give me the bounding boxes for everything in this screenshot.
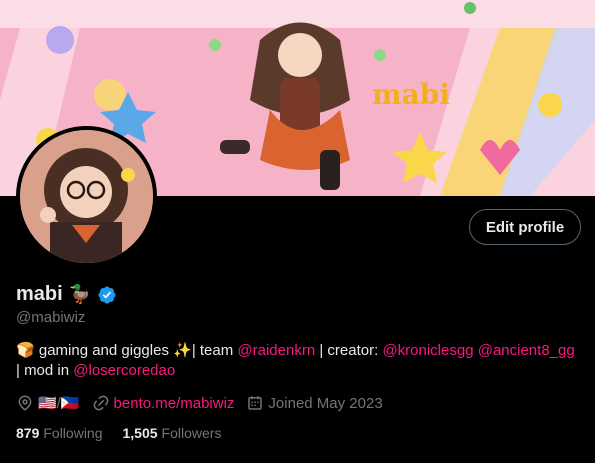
sparkles-emoji: ✨ — [173, 342, 192, 359]
name-row: mabi 🦆 — [16, 283, 117, 306]
followers-link[interactable]: 1,505 Followers — [123, 425, 222, 441]
location-text: 🇺🇸/🇵🇭 — [38, 395, 80, 412]
location-icon — [18, 395, 32, 411]
follow-stats: 879 Following 1,505 Followers — [16, 425, 241, 441]
joined-text: Joined May 2023 — [268, 394, 383, 412]
bio-text: | creator: — [315, 342, 383, 359]
link-icon — [93, 395, 108, 411]
verified-badge-icon[interactable] — [97, 285, 117, 305]
profile-avatar[interactable] — [16, 126, 157, 267]
bio-text: gaming and giggles — [34, 342, 174, 359]
bio-text: | team — [191, 342, 238, 359]
name-emoji: 🦆 — [68, 284, 92, 304]
location: 🇺🇸/🇵🇭 — [16, 394, 80, 412]
joined-date: Joined May 2023 — [246, 394, 383, 412]
calendar-icon — [248, 396, 263, 410]
mention-losercoredao[interactable]: @losercoredao — [73, 362, 175, 379]
bio-text: | mod in — [16, 362, 74, 379]
mention-raidenkrn[interactable]: @raidenkrn — [237, 342, 315, 359]
website-link[interactable]: bento.me/mabiwiz — [114, 395, 235, 412]
display-name: mabi — [16, 283, 63, 305]
avatar-image — [20, 130, 153, 263]
handle: @mabiwiz — [16, 309, 86, 326]
following-label: Following — [43, 425, 103, 441]
website[interactable]: bento.me/mabiwiz — [92, 394, 235, 412]
mention-kroniclesgg[interactable]: @kroniclesgg — [382, 342, 473, 359]
bread-emoji: 🍞 — [16, 342, 35, 359]
profile-meta: 🇺🇸/🇵🇭 bento.me/mabiwiz Joined May 2023 — [16, 393, 395, 413]
followers-label: Followers — [161, 425, 222, 441]
mention-ancient8[interactable]: @ancient8_gg — [478, 342, 575, 359]
following-link[interactable]: 879 Following — [16, 425, 103, 441]
following-count: 879 — [16, 425, 40, 441]
banner-title: mabi — [372, 78, 450, 111]
followers-count: 1,505 — [122, 425, 158, 441]
edit-profile-button[interactable]: Edit profile — [469, 209, 581, 245]
bio: 🍞 gaming and giggles ✨| team @raidenkrn … — [16, 341, 581, 381]
